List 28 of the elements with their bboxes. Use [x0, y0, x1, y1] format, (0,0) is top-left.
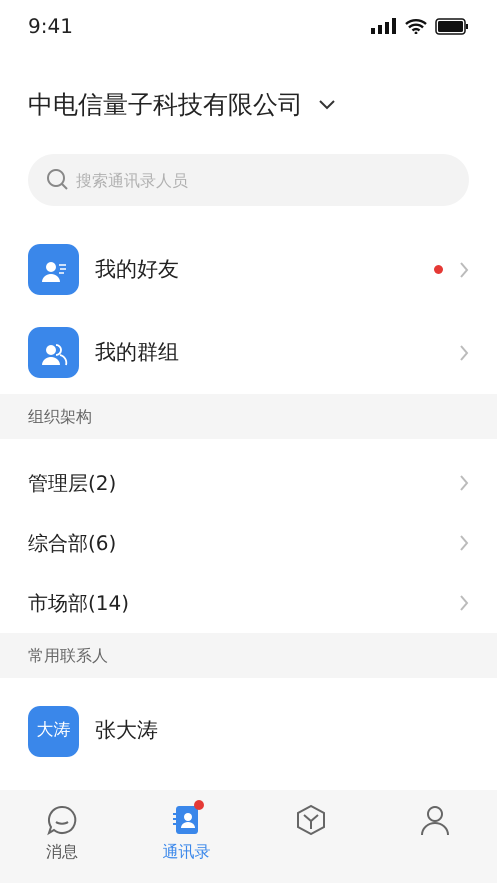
friend-icon [28, 244, 79, 295]
wifi-icon [405, 18, 427, 34]
chevron-right-icon [459, 260, 469, 278]
contact-avatar: 大涛 [28, 706, 79, 756]
contact-category-item[interactable]: 我的群组 [0, 311, 497, 394]
search-icon [46, 168, 70, 192]
contact-category-item[interactable]: 我的好友 [0, 228, 497, 311]
company-selector[interactable]: 中电信量子科技有限公司 [28, 86, 335, 124]
chevron-right-icon [459, 344, 469, 362]
department-item[interactable]: 综合部(6) [0, 513, 497, 573]
battery-icon [435, 18, 469, 34]
contact-item[interactable]: 大涛 张大涛 [0, 704, 497, 758]
chat-icon [46, 804, 78, 836]
signal-icon [371, 18, 397, 34]
group-icon [28, 327, 79, 378]
chevron-right-icon [459, 534, 469, 552]
section-header: 组织架构 [0, 394, 497, 439]
chevron-right-icon [459, 474, 469, 492]
tab-item[interactable]: 消息 [0, 790, 124, 883]
section-header: 常用联系人 [0, 633, 497, 678]
department-item[interactable]: 市场部(14) [0, 573, 497, 633]
search-field[interactable]: 搜索通讯录人员 [28, 154, 469, 206]
chevron-right-icon [459, 594, 469, 612]
chevron-down-icon [319, 100, 335, 110]
status-time: 9:41 [28, 13, 73, 40]
cube-icon [294, 804, 327, 836]
department-item[interactable]: 管理层(2) [0, 453, 497, 513]
person-icon [418, 804, 451, 836]
